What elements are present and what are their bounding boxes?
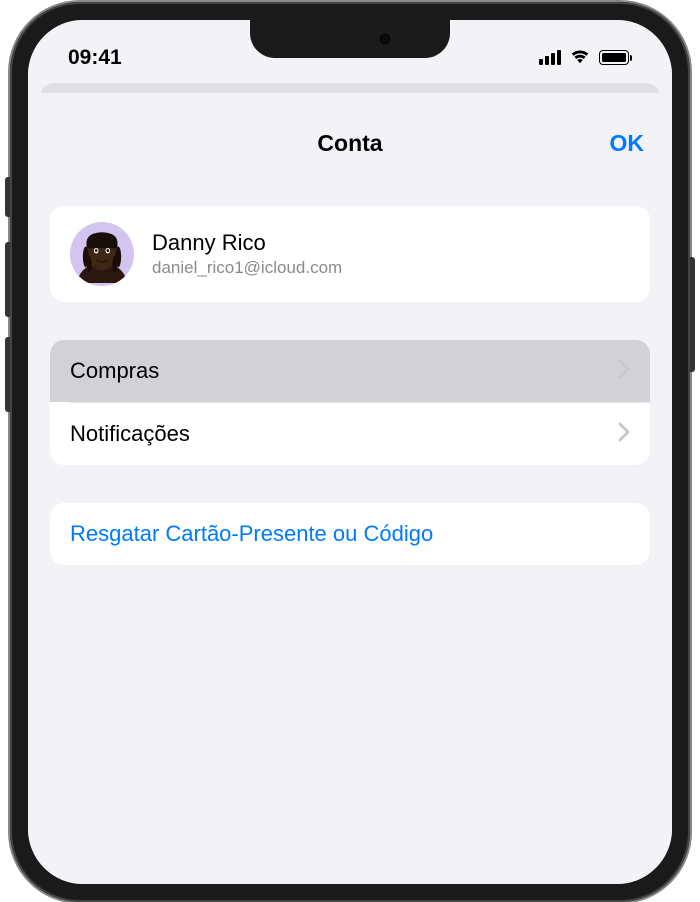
phone-power-button: [690, 257, 695, 372]
wifi-icon: [569, 46, 591, 69]
status-icons: [539, 46, 632, 69]
front-camera: [378, 32, 392, 46]
phone-frame: 09:41: [10, 2, 690, 902]
purchases-label: Compras: [70, 358, 159, 384]
notifications-label: Notificações: [70, 421, 190, 447]
menu-section: Compras Notificações: [50, 340, 650, 465]
phone-silence-switch: [5, 177, 10, 217]
battery-icon: [599, 50, 632, 65]
avatar: [70, 222, 134, 286]
phone-volume-down: [5, 337, 10, 412]
account-modal: Conta OK: [28, 93, 672, 884]
notch: [250, 20, 450, 58]
chevron-right-icon: [618, 422, 630, 447]
purchases-row[interactable]: Compras: [50, 340, 650, 402]
profile-text: Danny Rico daniel_rico1@icloud.com: [152, 230, 342, 278]
modal-title: Conta: [317, 130, 382, 157]
chevron-right-icon: [618, 359, 630, 384]
profile-email: daniel_rico1@icloud.com: [152, 258, 342, 278]
profile-name: Danny Rico: [152, 230, 342, 256]
profile-row[interactable]: Danny Rico daniel_rico1@icloud.com: [50, 206, 650, 302]
redeem-link: Resgatar Cartão-Presente ou Código: [70, 521, 433, 547]
done-button[interactable]: OK: [610, 130, 645, 157]
screen: 09:41: [28, 20, 672, 884]
cellular-signal-icon: [539, 50, 561, 65]
phone-volume-up: [5, 242, 10, 317]
notifications-row[interactable]: Notificações: [50, 403, 650, 465]
profile-section: Danny Rico daniel_rico1@icloud.com: [50, 206, 650, 302]
actions-section: Resgatar Cartão-Presente ou Código: [50, 503, 650, 565]
redeem-row[interactable]: Resgatar Cartão-Presente ou Código: [50, 503, 650, 565]
modal-header: Conta OK: [28, 118, 672, 168]
status-time: 09:41: [68, 46, 122, 70]
